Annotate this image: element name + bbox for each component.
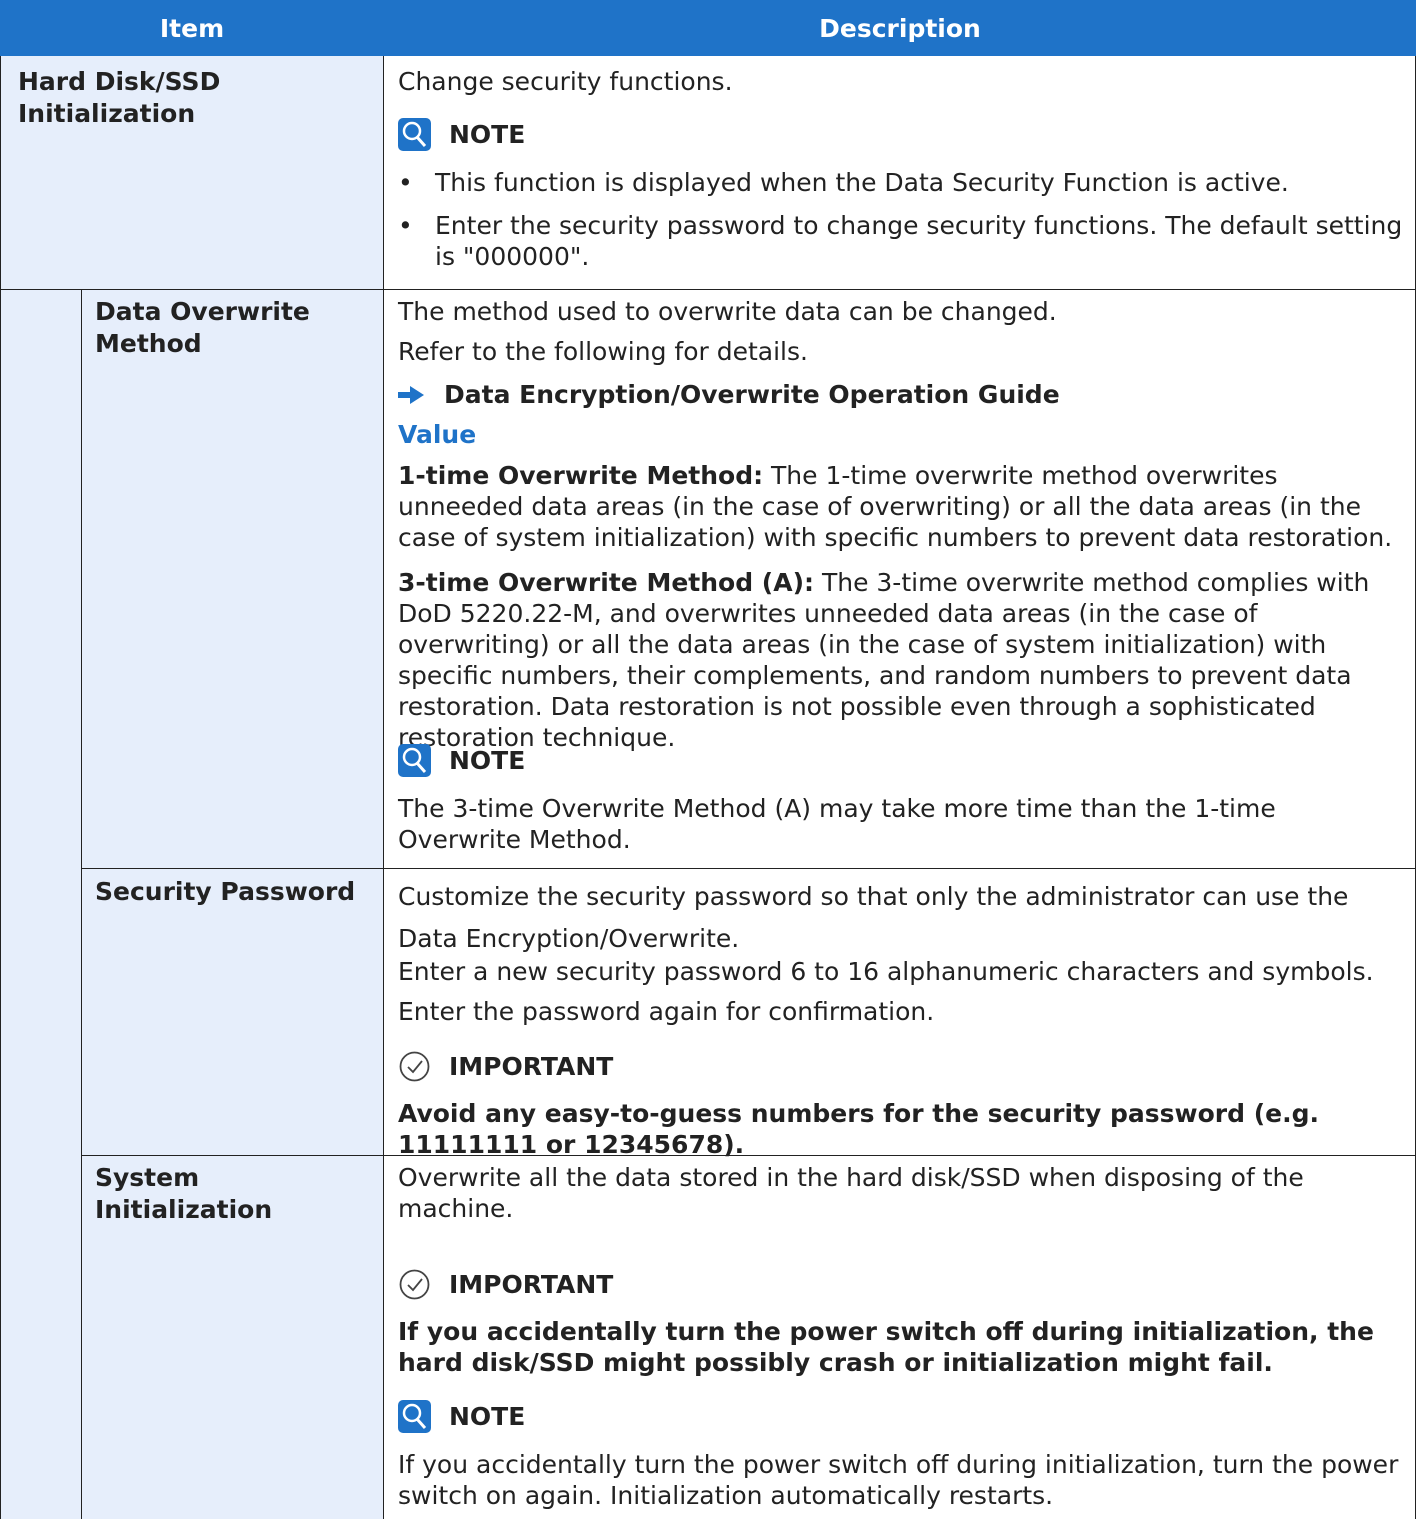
item-column-background: [0, 56, 384, 1519]
sysinit-note-text: If you accidentally turn the power switc…: [398, 1450, 1399, 1510]
bullet: •: [398, 211, 413, 240]
column-header-item: Item: [0, 0, 384, 56]
bullet-text: Enter the security password to change se…: [435, 211, 1403, 271]
note-heading: NOTE: [398, 118, 525, 151]
important-label: IMPORTANT: [449, 1052, 614, 1081]
operation-guide-label: Data Encryption/Overwrite Operation Guid…: [444, 380, 1060, 409]
sysinit-important-text: If you accidentally turn the power switc…: [398, 1317, 1374, 1377]
column-divider: [383, 56, 384, 1519]
note-icon: [398, 118, 431, 151]
row-divider: [81, 868, 1416, 869]
item-data-overwrite-method: Data Overwrite Method: [95, 297, 310, 358]
item-hard-disk-initialization: Hard Disk/SSD Initialization: [18, 67, 221, 128]
check-circle-icon: [399, 1269, 430, 1300]
note-heading: NOTE: [398, 1400, 525, 1433]
important-heading: IMPORTANT: [398, 1050, 613, 1083]
item-system-initialization: System Initialization: [95, 1163, 273, 1224]
important-heading: IMPORTANT: [398, 1268, 613, 1301]
note-icon: [398, 1400, 431, 1433]
important-label: IMPORTANT: [449, 1270, 614, 1299]
note-label: NOTE: [449, 1402, 526, 1431]
indent-border: [81, 289, 82, 1519]
column-header-description: Description: [384, 0, 1416, 56]
note-heading: NOTE: [398, 744, 525, 777]
list-item: • Enter the security password to change …: [398, 210, 1403, 272]
overwrite-line-2: Refer to the following for details.: [398, 337, 808, 366]
list-item: • This function is displayed when the Da…: [398, 167, 1403, 198]
item-security-password: Security Password: [95, 877, 356, 906]
bullet: •: [398, 168, 413, 197]
password-line-2: Enter a new security password 6 to 16 al…: [398, 957, 1374, 986]
operation-guide-link[interactable]: Data Encryption/Overwrite Operation Guid…: [398, 380, 1060, 409]
overwrite-option-2: 3-time Overwrite Method (A): The 3-time …: [398, 567, 1403, 753]
table-border-left: [0, 56, 1, 1519]
note-icon: [398, 744, 431, 777]
row-divider: [0, 289, 1416, 290]
hard-disk-description: Change security functions.: [398, 67, 733, 96]
password-line-3: Enter the password again for confirmatio…: [398, 997, 935, 1026]
password-important-text: Avoid any easy-to-guess numbers for the …: [398, 1099, 1319, 1159]
bullet-text: This function is displayed when the Data…: [435, 168, 1289, 197]
overwrite-note-text: The 3-time Overwrite Method (A) may take…: [398, 794, 1276, 854]
password-line-1: Customize the security password so that …: [398, 882, 1349, 953]
note-label: NOTE: [449, 746, 526, 775]
value-heading: Value: [398, 420, 477, 449]
overwrite-line-1: The method used to overwrite data can be…: [398, 297, 1057, 326]
overwrite-option-1: 1-time Overwrite Method: The 1-time over…: [398, 460, 1403, 553]
option-1-name: 1-time Overwrite Method:: [398, 461, 764, 490]
option-2-name: 3-time Overwrite Method (A):: [398, 568, 814, 597]
note-label: NOTE: [449, 120, 526, 149]
arrow-right-icon: [398, 385, 424, 404]
sysinit-line-1: Overwrite all the data stored in the har…: [398, 1163, 1304, 1223]
check-circle-icon: [399, 1051, 430, 1082]
